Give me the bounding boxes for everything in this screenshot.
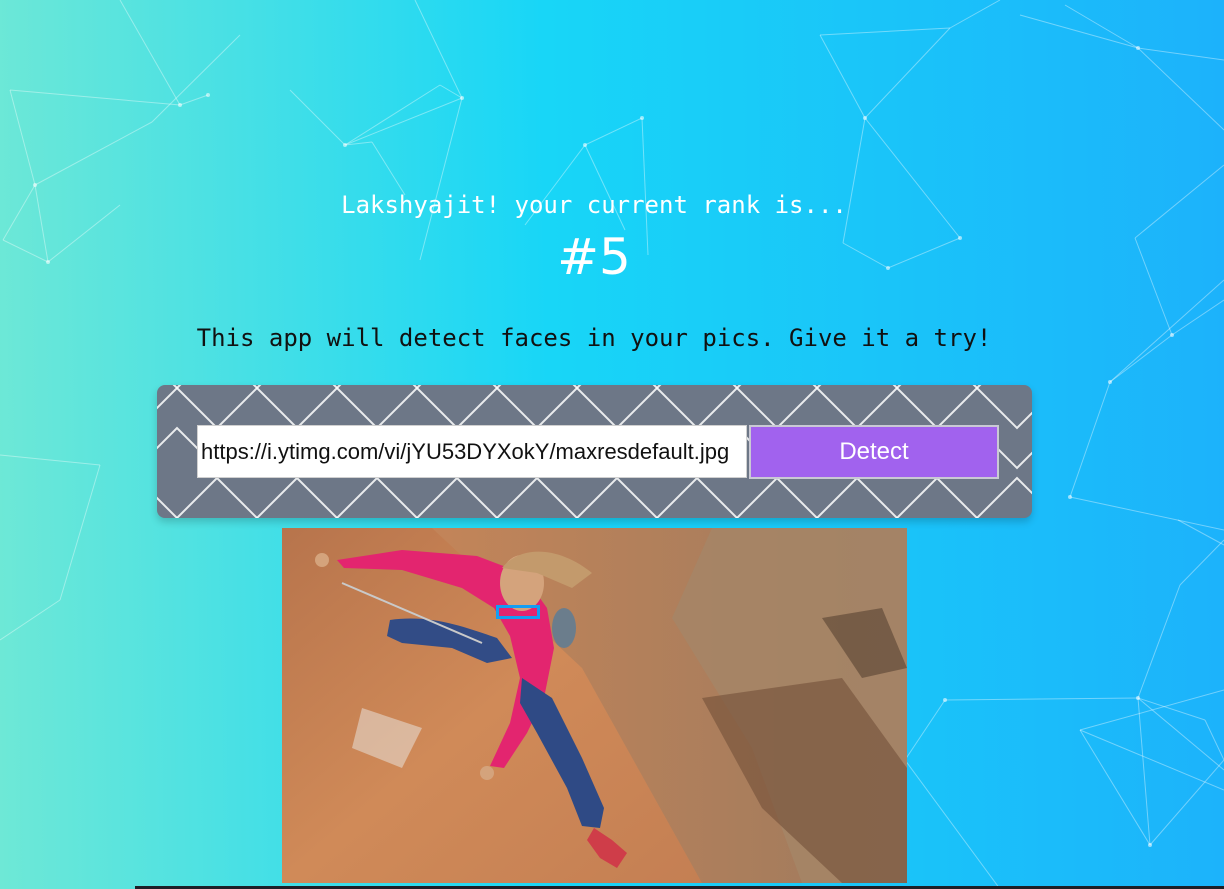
image-url-input[interactable] (197, 425, 747, 478)
app-tagline: This app will detect faces in your pics.… (196, 324, 992, 352)
climber-photo (282, 528, 907, 883)
rank-value: #5 (557, 228, 631, 286)
rank-greeting: Lakshyajit! your current rank is... (341, 191, 847, 219)
image-url-form: Detect (157, 385, 1032, 518)
result-image (282, 528, 907, 883)
face-bounding-box (496, 605, 540, 619)
detect-button[interactable]: Detect (749, 425, 999, 479)
